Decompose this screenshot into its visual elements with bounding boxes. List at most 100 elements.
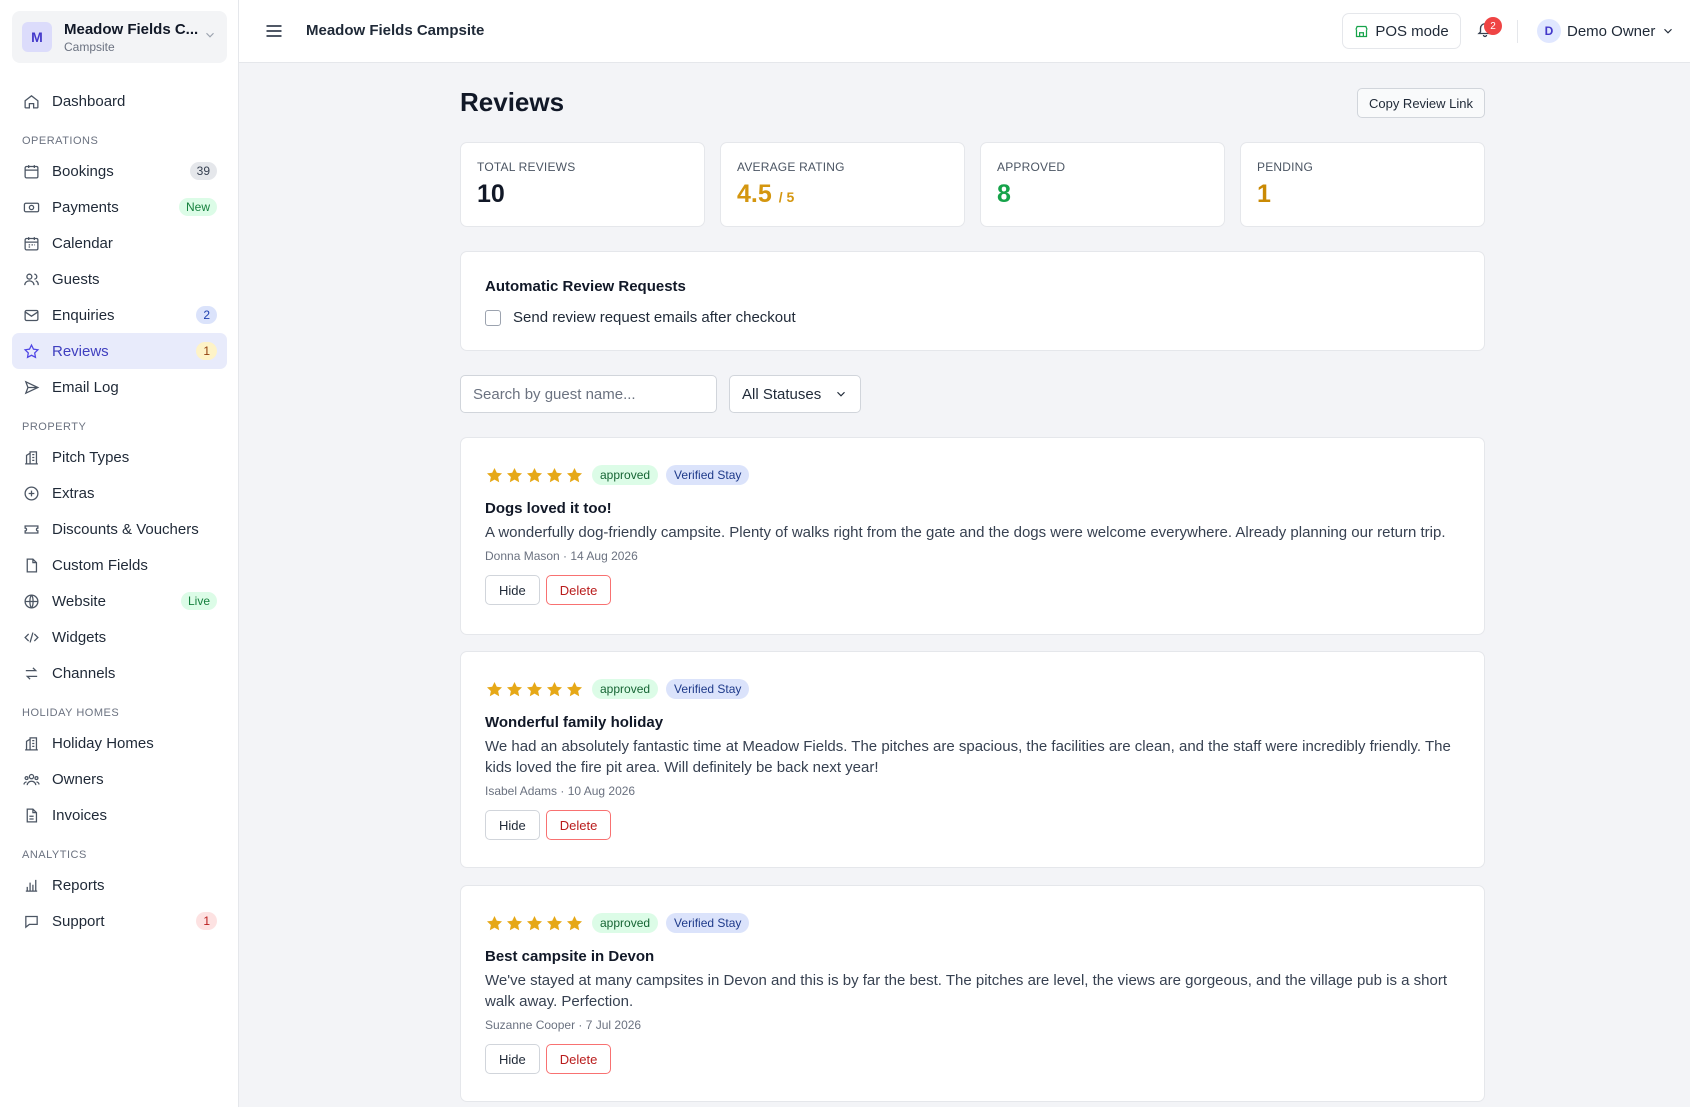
- sidebar: M Meadow Fields C... Campsite Dashboard …: [0, 0, 239, 1107]
- review-meta: Suzanne Cooper · 7 Jul 2026: [485, 1018, 642, 1032]
- automatic-review-requests-card: Automatic Review Requests Send review re…: [460, 251, 1485, 351]
- sidebar-item-label: Reviews: [52, 342, 109, 360]
- sidebar-item-extras[interactable]: Extras: [12, 475, 227, 511]
- sidebar-item-payments[interactable]: Payments New: [12, 189, 227, 225]
- status-filter-select[interactable]: All Statuses: [729, 375, 861, 413]
- reviews-count-badge: 1: [196, 342, 217, 360]
- pos-mode-button[interactable]: POS mode: [1342, 13, 1461, 49]
- sidebar-item-label: Discounts & Vouchers: [52, 520, 199, 538]
- star-icon: [22, 342, 40, 360]
- star-filled-icon: [526, 467, 543, 482]
- org-name: Meadow Fields C...: [64, 20, 199, 38]
- sidebar-item-email-log[interactable]: Email Log: [12, 369, 227, 405]
- sidebar-item-label: Email Log: [52, 378, 119, 396]
- send-icon: [22, 378, 40, 396]
- hide-button[interactable]: Hide: [485, 810, 540, 840]
- sidebar-item-label: Website: [52, 592, 106, 610]
- review-header: approved Verified Stay: [485, 679, 1460, 699]
- sidebar-item-support[interactable]: Support 1: [12, 903, 227, 939]
- sidebar-item-label: Calendar: [52, 234, 113, 252]
- auto-requests-option[interactable]: Send review request emails after checkou…: [485, 309, 1460, 326]
- review-actions: Hide Delete: [485, 810, 1460, 840]
- sidebar-item-label: Owners: [52, 770, 104, 788]
- sidebar-item-dashboard[interactable]: Dashboard: [12, 83, 227, 119]
- sidebar-item-discounts[interactable]: Discounts & Vouchers: [12, 511, 227, 547]
- stat-value: 8: [997, 180, 1011, 208]
- verified-stay-badge: Verified Stay: [666, 679, 750, 699]
- sidebar-item-label: Invoices: [52, 806, 108, 824]
- delete-button[interactable]: Delete: [545, 575, 612, 605]
- enquiries-count-badge: 2: [196, 306, 217, 324]
- review-card: approved Verified Stay Best campsite in …: [460, 885, 1485, 1102]
- org-text: Meadow Fields C... Campsite: [64, 21, 203, 54]
- verified-stay-badge: Verified Stay: [666, 913, 750, 933]
- org-avatar: M: [22, 22, 52, 52]
- stat-suffix: / 5: [778, 189, 795, 205]
- hide-button[interactable]: Hide: [485, 1044, 540, 1074]
- auto-requests-checkbox[interactable]: [485, 309, 501, 326]
- star-filled-icon: [506, 681, 523, 696]
- sidebar-item-invoices[interactable]: Invoices: [12, 797, 227, 833]
- sidebar-item-bookings[interactable]: Bookings 39: [12, 153, 227, 189]
- message-circle-icon: [22, 912, 40, 930]
- sidebar-item-owners[interactable]: Owners: [12, 761, 227, 797]
- review-title: Dogs loved it too!: [485, 500, 612, 517]
- store-icon: [1354, 24, 1369, 39]
- sidebar-item-holiday-homes[interactable]: Holiday Homes: [12, 725, 227, 761]
- sidebar-item-channels[interactable]: Channels: [12, 655, 227, 691]
- verified-stay-badge: Verified Stay: [666, 465, 750, 485]
- star-filled-icon: [546, 467, 563, 482]
- star-filled-icon: [486, 915, 503, 930]
- plus-circle-icon: [22, 484, 40, 502]
- stat-value: 10: [477, 180, 505, 208]
- star-rating: [485, 914, 584, 933]
- sidebar-item-label: Channels: [52, 664, 116, 682]
- stat-total-reviews: TOTAL REVIEWS 10: [460, 142, 705, 227]
- calendar-icon: [22, 162, 40, 180]
- delete-button[interactable]: Delete: [545, 810, 612, 840]
- stat-value: 1: [1257, 180, 1271, 208]
- sidebar-item-enquiries[interactable]: Enquiries 2: [12, 297, 227, 333]
- user-menu[interactable]: D Demo Owner: [1537, 19, 1675, 43]
- star-rating: [485, 680, 584, 699]
- sidebar-item-label: Reports: [52, 876, 105, 894]
- sidebar-item-guests[interactable]: Guests: [12, 261, 227, 297]
- review-body: We had an absolutely fantastic time at M…: [485, 738, 1451, 776]
- search-input[interactable]: [460, 375, 717, 413]
- copy-review-link-button[interactable]: Copy Review Link: [1357, 88, 1485, 118]
- chevron-down-icon: [834, 387, 848, 401]
- sidebar-item-label: Dashboard: [52, 92, 126, 110]
- review-card: approved Verified Stay Wonderful family …: [460, 651, 1485, 868]
- globe-icon: [22, 592, 40, 610]
- review-title: Best campsite in Devon: [485, 948, 655, 965]
- status-badge: approved: [592, 679, 659, 699]
- nav-section-holiday-homes: HOLIDAY HOMES: [22, 707, 120, 719]
- review-actions: Hide Delete: [485, 1044, 1460, 1074]
- org-switcher[interactable]: M Meadow Fields C... Campsite: [12, 11, 227, 63]
- menu-icon[interactable]: [264, 21, 284, 46]
- review-header: approved Verified Stay: [485, 465, 1460, 485]
- sidebar-item-label: Payments: [52, 198, 119, 216]
- banknote-icon: [22, 198, 40, 216]
- delete-button[interactable]: Delete: [545, 1044, 612, 1074]
- nav-section-property: PROPERTY: [22, 421, 87, 433]
- sidebar-item-label: Widgets: [52, 628, 107, 646]
- sidebar-item-reviews[interactable]: Reviews 1: [12, 333, 227, 369]
- sidebar-item-widgets[interactable]: Widgets: [12, 619, 227, 655]
- hide-button[interactable]: Hide: [485, 575, 540, 605]
- sidebar-item-website[interactable]: Website Live: [12, 583, 227, 619]
- star-filled-icon: [566, 915, 583, 930]
- sidebar-item-calendar[interactable]: Calendar: [12, 225, 227, 261]
- file-icon: [22, 556, 40, 574]
- sidebar-item-reports[interactable]: Reports: [12, 867, 227, 903]
- stat-average-rating: AVERAGE RATING 4.5 / 5: [720, 142, 965, 227]
- users-icon: [22, 270, 40, 288]
- sidebar-item-pitch-types[interactable]: Pitch Types: [12, 439, 227, 475]
- sidebar-item-label: Extras: [52, 484, 95, 502]
- building-icon: [22, 734, 40, 752]
- star-filled-icon: [546, 681, 563, 696]
- avatar: D: [1537, 19, 1561, 43]
- sidebar-item-label: Enquiries: [52, 306, 115, 324]
- sidebar-item-custom-fields[interactable]: Custom Fields: [12, 547, 227, 583]
- review-actions: Hide Delete: [485, 575, 1460, 605]
